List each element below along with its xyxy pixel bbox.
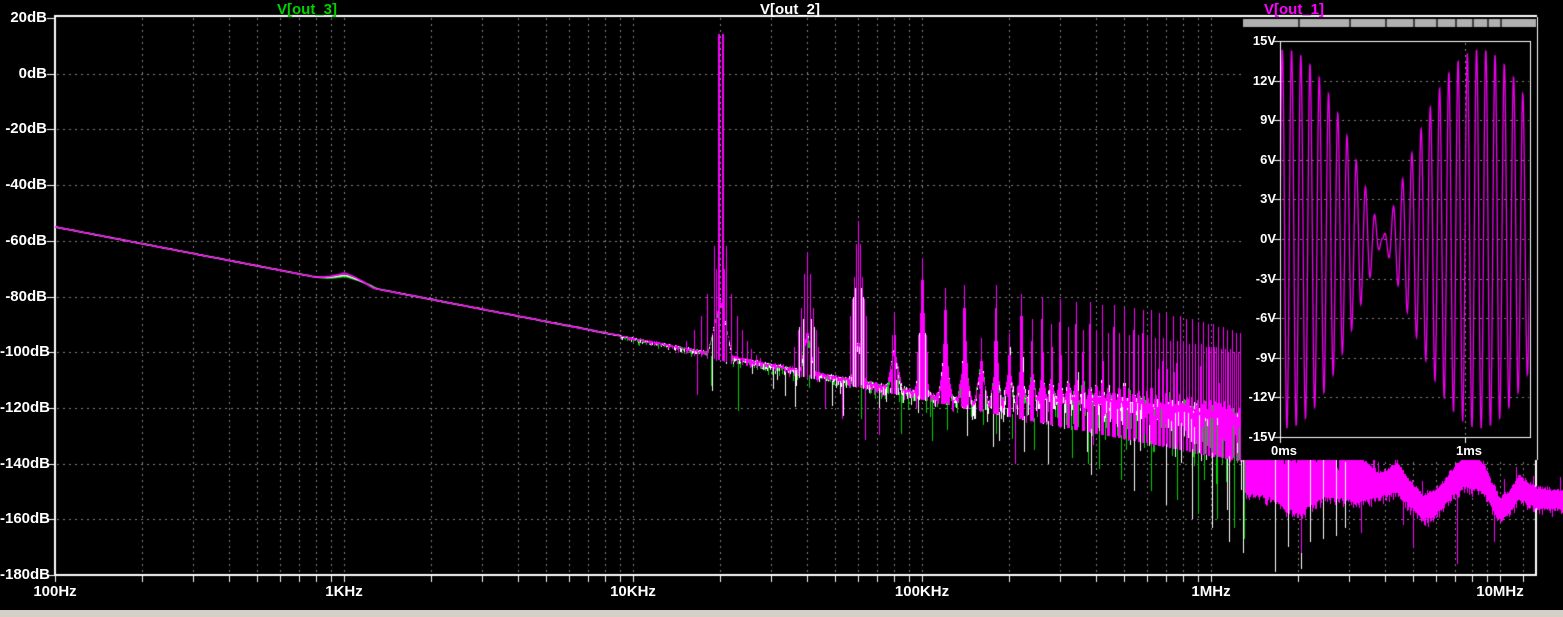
inset-y-axis-tick-label: 12V — [1252, 72, 1276, 88]
inset-y-axis-tick-label: -6V — [1255, 310, 1276, 326]
ltspice-plot-window: V[out_3] V[out_2] V[out_1] 20dB 0dB -20dB -… — [0, 0, 1563, 617]
inset-y-axis-tick-label: 9V — [1260, 112, 1276, 128]
x-axis-tick-label: 10KHz — [610, 583, 656, 600]
x-axis-tick-label: 1MHz — [1191, 583, 1231, 600]
x-axis-tick-label: 100KHz — [894, 583, 950, 600]
inset-x-axis-tick-label: 0ms — [1270, 443, 1298, 458]
trace-label-vout1: V[out_1] — [1264, 1, 1324, 18]
inset-y-axis-tick-label: 0V — [1260, 231, 1276, 246]
window-bottom-edge — [0, 610, 1563, 617]
inset-y-axis-tick-label: 6V — [1260, 151, 1276, 167]
y-axis-tick-label: -60dB — [5, 231, 47, 249]
y-axis-tick-label: -40dB — [5, 176, 47, 194]
inset-y-axis-tick-label: -12V — [1248, 389, 1276, 405]
y-axis-tick-label: -180dB — [0, 566, 51, 583]
x-axis-tick-label: 10MHz — [1476, 583, 1524, 600]
y-axis-tick-label: -20dB — [5, 120, 47, 138]
trace-label-vout3: V[out_3] — [277, 1, 337, 18]
x-axis-tick-label: 100Hz — [33, 583, 77, 600]
y-axis-tick-label: 20dB — [10, 9, 47, 26]
inset-y-axis-tick-label: -3V — [1255, 270, 1276, 286]
trace-label-vout2: V[out_2] — [760, 1, 820, 18]
y-axis-tick-label: -100dB — [0, 343, 51, 361]
fft-plot-canvas[interactable] — [0, 0, 1563, 617]
y-axis-tick-label: 0dB — [18, 64, 47, 82]
inset-y-axis-tick-label: -15V — [1248, 429, 1276, 444]
y-axis-tick-label: -140dB — [0, 454, 51, 472]
y-axis-tick-label: -120dB — [0, 398, 51, 416]
inset-y-axis-tick-label: 15V — [1252, 33, 1276, 48]
inset-x-axis-tick-label: 1ms — [1455, 443, 1483, 458]
x-axis-tick-label: 1KHz — [325, 583, 363, 600]
inset-y-axis-tick-label: -9V — [1255, 349, 1276, 365]
y-axis-tick-label: -160dB — [0, 510, 51, 528]
inset-y-axis-tick-label: 3V — [1260, 191, 1276, 207]
y-axis-tick-label: -80dB — [5, 287, 47, 305]
